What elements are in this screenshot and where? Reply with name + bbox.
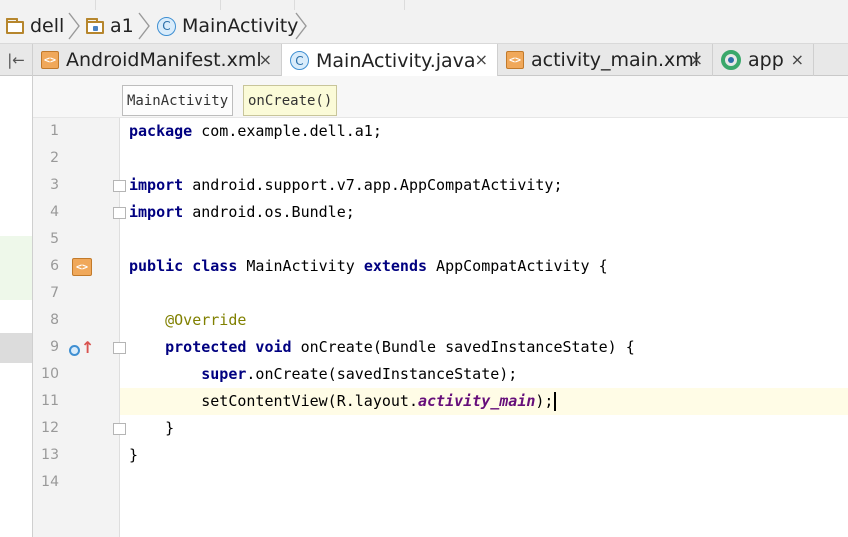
code-line[interactable] [0, 442, 848, 469]
fold-marker-icon[interactable] [113, 342, 126, 354]
code-token: android.support.v7.app.AppCompatActivity… [183, 176, 563, 194]
line-number: 5 [50, 231, 59, 247]
code-token: setContentView(R.layout. [129, 392, 418, 410]
code-token: } [129, 446, 139, 464]
code-token-kw: extends [363, 257, 428, 275]
code-token-kw: super [201, 365, 247, 383]
close-tab-icon[interactable]: × [259, 50, 272, 69]
code-text: super.onCreate(savedInstanceState); [129, 361, 517, 388]
tab-mainactivity[interactable]: C MainActivity.java × [282, 44, 498, 77]
package-icon [86, 18, 104, 34]
code-line[interactable] [0, 307, 848, 334]
gradle-module-icon [721, 50, 741, 70]
line-number: 1 [50, 123, 59, 139]
code-text: import android.os.Bundle; [129, 199, 355, 226]
code-token-kw: public class [129, 257, 238, 275]
code-token: android.os.Bundle; [183, 203, 355, 221]
tab-androidmanifest[interactable]: <> AndroidManifest.xml × [33, 44, 282, 76]
breadcrumb-item-dell[interactable]: dell [6, 11, 64, 41]
class-icon: C [290, 51, 309, 70]
code-token: AppCompatActivity { [427, 257, 608, 275]
code-token-anno: @Override [165, 311, 247, 329]
structure-breadcrumb: MainActivity onCreate() [33, 76, 848, 118]
line-number: 2 [50, 150, 59, 166]
code-text: package com.example.dell.a1; [129, 118, 382, 145]
code-token-kw: import [129, 176, 184, 194]
breadcrumb-item-mainactivity[interactable]: C MainActivity [157, 11, 298, 41]
line-number: 12 [41, 420, 59, 436]
close-tab-icon[interactable]: × [791, 50, 804, 69]
tab-app[interactable]: app × [713, 44, 814, 76]
close-tab-icon[interactable]: × [475, 50, 488, 69]
structure-method-pill[interactable]: onCreate() [243, 85, 338, 116]
collapse-panel-icon[interactable]: |← [0, 44, 33, 76]
code-text: protected void onCreate(Bundle savedInst… [129, 334, 635, 361]
editor-tab-bar: |← <> AndroidManifest.xml × C MainActivi… [0, 44, 848, 77]
code-token: .onCreate(savedInstanceState); [246, 365, 518, 383]
code-token-ital: activity_main [417, 392, 536, 410]
code-text: import android.support.v7.app.AppCompatA… [129, 172, 562, 199]
code-line[interactable] [0, 145, 848, 172]
close-tab-icon[interactable]: × [690, 50, 703, 69]
code-token-kw: package [129, 122, 193, 140]
line-number: 4 [50, 204, 59, 220]
line-number: 14 [41, 474, 59, 490]
code-line[interactable] [0, 199, 848, 226]
code-token: MainActivity [237, 257, 364, 275]
fold-marker-icon[interactable] [113, 423, 126, 435]
navigation-bar: dell a1 C MainActivity [0, 0, 848, 44]
chevron-right-icon [295, 12, 307, 40]
line-number: 3 [50, 177, 59, 193]
code-line[interactable] [0, 280, 848, 307]
code-text: setContentView(R.layout.activity_main); [129, 388, 557, 415]
override-marker-icon[interactable]: ↑ [69, 339, 94, 359]
fold-marker-icon[interactable] [113, 207, 126, 219]
code-line[interactable] [0, 469, 848, 496]
code-token-kw: protected void [165, 338, 292, 356]
code-text: } [129, 415, 174, 442]
line-number: 11 [41, 393, 59, 409]
chevron-right-icon [138, 12, 150, 40]
code-token: onCreate(Bundle savedInstanceState) { [291, 338, 635, 356]
line-number: 8 [50, 312, 59, 328]
structure-class-pill[interactable]: MainActivity [122, 85, 234, 116]
code-token: } [129, 419, 175, 437]
xml-file-icon: <> [41, 51, 59, 69]
tab-activity-main[interactable]: <> activity_main.xml × [498, 44, 713, 76]
code-token-kw: import [129, 203, 184, 221]
line-number: 9 [50, 339, 59, 355]
code-token: com.example.dell.a1; [192, 122, 382, 140]
xml-file-icon: <> [506, 51, 524, 69]
code-line[interactable] [0, 118, 848, 145]
class-icon: C [157, 16, 176, 36]
code-text: } [129, 442, 138, 469]
code-text: public class MainActivity extends AppCom… [129, 253, 608, 280]
line-number: 10 [41, 366, 59, 382]
line-number: 6 [50, 258, 59, 274]
code-text: @Override [129, 307, 246, 334]
code-token: ); [535, 392, 554, 410]
breadcrumb-item-a1[interactable]: a1 [86, 11, 134, 41]
text-caret [554, 392, 557, 411]
line-number: 13 [41, 447, 59, 463]
code-line[interactable] [0, 226, 848, 253]
chevron-right-icon [68, 12, 80, 40]
line-number: 7 [50, 285, 59, 301]
folder-icon [6, 18, 24, 34]
fold-marker-icon[interactable] [113, 180, 126, 192]
related-layout-icon[interactable]: <> [72, 258, 92, 276]
code-line[interactable] [0, 415, 848, 442]
